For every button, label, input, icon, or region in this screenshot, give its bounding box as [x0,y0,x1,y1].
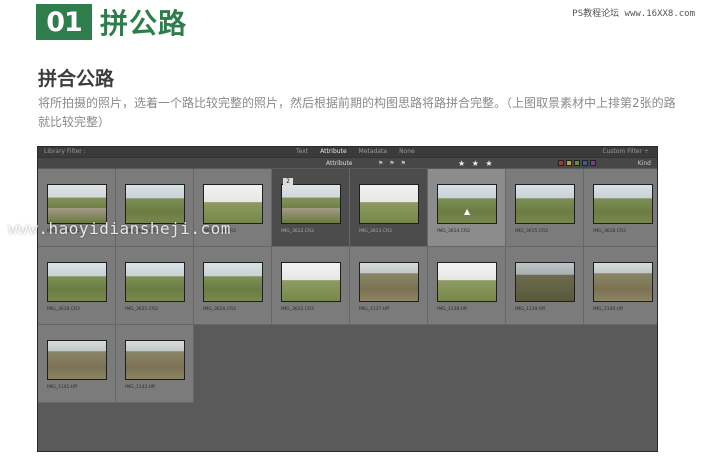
mouse-cursor-icon: ▲ [464,207,471,216]
photo-thumbnail[interactable] [125,340,185,380]
lightroom-library-window: Library Filter : Text Attribute Metadata… [37,146,658,452]
photo-thumbnail[interactable] [203,184,263,224]
flag-filter-icons[interactable]: ⚑ ⚑ ⚑ [378,158,408,169]
color-swatch[interactable] [590,160,596,166]
photo-thumbnail[interactable] [437,262,497,302]
thumbnail-cell[interactable]: IMG_3621.CR2 [116,247,194,325]
attribute-bar: Attribute ⚑ ⚑ ⚑ ★ ★ ★ Kind [38,157,657,168]
thumbnail-filename: IMG_3618.CR2 [47,307,80,312]
photo-thumbnail[interactable] [281,184,341,224]
color-swatch[interactable] [582,160,588,166]
photo-thumbnail[interactable] [359,184,419,224]
photo-thumbnail[interactable] [47,340,107,380]
thumbnail-cell[interactable]: IMG_1140.tiff [584,247,657,325]
thumbnail-cell[interactable]: IMG_3620.CR2 [194,247,272,325]
thumbnail-grid: IMG_3608.CR2 IMG_3611.CR2 IMG_3610.CR2 2 IMG… [38,169,657,403]
tab-attribute[interactable]: Attribute [320,147,347,157]
photo-thumbnail[interactable] [281,262,341,302]
thumbnail-cell[interactable]: IMG_1141.tiff [38,325,116,403]
thumbnail-cell[interactable]: IMG_3618.CR2 [38,247,116,325]
tab-metadata[interactable]: Metadata [359,147,387,157]
thumbnail-filename: IMG_1138.tiff [437,307,467,312]
step-header: 01 拼公路 [36,4,187,40]
color-swatch[interactable] [574,160,580,166]
library-filter-bar: Library Filter : Text Attribute Metadata… [38,147,657,157]
color-swatch[interactable] [566,160,572,166]
photo-thumbnail[interactable] [203,262,263,302]
thumbnail-filename: IMG_3621.CR2 [125,307,158,312]
thumbnail-cell[interactable]: IMG_3622.CR2 [272,247,350,325]
color-swatch[interactable] [558,160,564,166]
photo-thumbnail[interactable] [125,262,185,302]
watermark-top: PS教程论坛 www.16XX8.com [572,9,695,19]
thumbnail-cell[interactable]: IMG_1138.tiff [428,247,506,325]
thumbnail-filename: IMG_1142.tiff [125,385,155,390]
thumbnail-cell[interactable]: IMG_1139.tiff [506,247,584,325]
attribute-label: Attribute [326,160,353,167]
thumbnail-filename: IMG_1141.tiff [47,385,77,390]
thumbnail-cell[interactable]: IMG_1137.tiff [350,247,428,325]
thumbnail-filename: IMG_3620.CR2 [203,307,236,312]
photo-thumbnail[interactable] [515,184,575,224]
section-title: 拼合公路 [38,68,115,90]
color-label-swatches[interactable] [558,160,596,166]
thumbnail-filename: IMG_1137.tiff [359,307,389,312]
filter-preset-dropdown[interactable]: Custom Filter ÷ [602,147,649,157]
tab-text[interactable]: Text [296,147,308,157]
photo-thumbnail[interactable] [359,262,419,302]
library-filter-title: Library Filter : [44,148,86,155]
thumbnail-filename: IMG_1139.tiff [515,307,545,312]
step-title: 拼公路 [100,7,188,40]
rating-stars[interactable]: ★ ★ ★ [458,158,495,169]
step-number-badge: 01 [36,4,92,40]
photo-thumbnail[interactable] [593,184,653,224]
section-description: 将所拍摄的照片，选着一个路比较完整的照片，然后根据前期的构图思路将路拼合完整。（… [38,96,676,129]
selection-count-badge: 2 [283,178,293,186]
thumbnail-cell[interactable]: IMG_1142.tiff [116,325,194,403]
filter-tabs: Text Attribute Metadata None [296,147,415,157]
photo-thumbnail[interactable] [593,262,653,302]
thumbnail-filename: IMG_1140.tiff [593,307,623,312]
photo-thumbnail[interactable] [125,184,185,224]
watermark-overlay: www.haoyidiansheji.com [8,219,231,238]
photo-thumbnail[interactable] [47,184,107,224]
photo-thumbnail[interactable] [515,262,575,302]
tab-none[interactable]: None [399,147,415,157]
thumbnail-filename: IMG_3622.CR2 [281,307,314,312]
photo-thumbnail[interactable] [47,262,107,302]
photo-thumbnail[interactable] [437,184,497,224]
kind-label: Kind [637,160,651,167]
